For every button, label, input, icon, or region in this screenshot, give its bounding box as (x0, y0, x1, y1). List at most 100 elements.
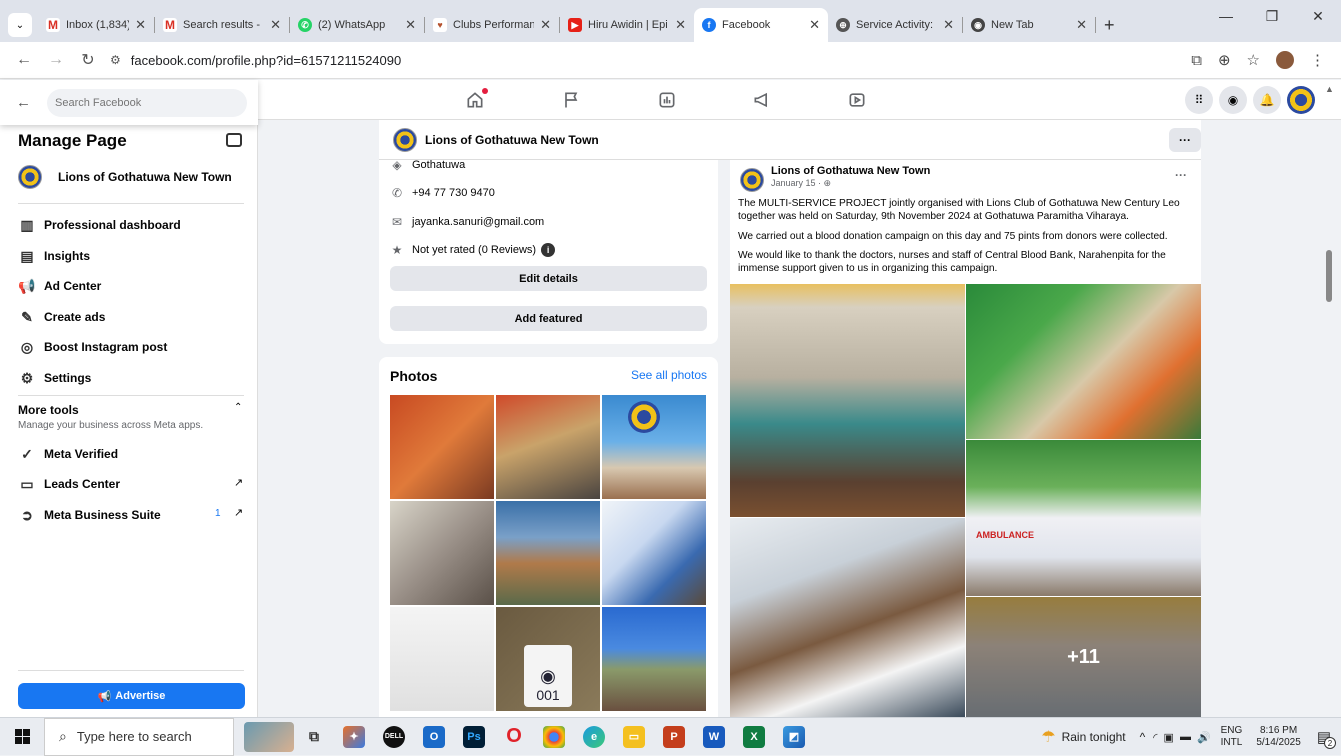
word-icon[interactable]: W (703, 725, 725, 748)
post-photo[interactable]: AMBULANCE (966, 440, 1201, 596)
more-photos-overlay[interactable]: +11 (966, 597, 1201, 717)
taskbar-search-box[interactable]: ⌕ Type here to search (44, 717, 234, 756)
file-explorer-icon[interactable]: ▭ (623, 725, 645, 748)
chevron-up-icon[interactable]: ⌃ (234, 402, 242, 413)
photoshop-icon[interactable]: Ps (463, 725, 485, 748)
collapse-sidebar-icon[interactable] (226, 133, 242, 147)
close-icon[interactable]: ✕ (809, 17, 820, 33)
reload-icon[interactable]: ↻ (80, 50, 96, 70)
account-avatar[interactable] (1287, 86, 1315, 114)
sidebar-item-ad-center[interactable]: 📢 Ad Center (18, 277, 101, 295)
photos-app-icon[interactable]: ◩ (783, 725, 805, 748)
photo-thumbnail[interactable] (602, 607, 706, 711)
tab-facebook[interactable]: f Facebook ✕ (694, 8, 828, 42)
language-indicator[interactable]: ENG INTL (1221, 725, 1243, 749)
see-all-photos-link[interactable]: See all photos (631, 368, 707, 382)
close-icon[interactable]: ✕ (675, 17, 686, 33)
tab-search-button[interactable]: ⌄ (8, 13, 32, 37)
notifications-bell-icon[interactable]: 🔔 (1253, 86, 1281, 114)
powerpoint-icon[interactable]: P (663, 725, 685, 748)
sidebar-item-meta-verified[interactable]: ✓ Meta Verified (18, 445, 118, 463)
post-date[interactable]: January 15 · ⊕ (771, 178, 831, 189)
back-arrow-icon[interactable]: ← (16, 94, 31, 111)
tab-service-activity[interactable]: ⊕ Service Activity: ✕ (828, 8, 962, 42)
close-window-icon[interactable]: ✕ (1295, 8, 1341, 25)
tab-gmail-inbox[interactable]: M Inbox (1,834) - ja ✕ (38, 8, 154, 42)
more-tools-header[interactable]: More tools (18, 403, 79, 417)
install-app-icon[interactable]: ⧉ (1191, 52, 1202, 69)
photo-thumbnail[interactable] (496, 501, 600, 605)
photo-thumbnail[interactable] (602, 501, 706, 605)
zoom-icon[interactable]: ⊕ (1218, 51, 1231, 69)
tab-whatsapp[interactable]: ✆ (2) WhatsApp ✕ (290, 8, 424, 42)
maximize-icon[interactable]: ❐ (1249, 8, 1295, 25)
sidebar-item-insights[interactable]: ▤ Insights (18, 247, 90, 265)
notification-center-icon[interactable]: ▤ 2 (1317, 728, 1336, 749)
messenger-icon[interactable]: ◉ (1219, 86, 1247, 114)
outlook-icon[interactable]: O (423, 725, 445, 748)
dashboard-icon[interactable] (655, 88, 679, 112)
sidebar-item-create-ads[interactable]: ✎ Create ads (18, 308, 105, 326)
battery-icon[interactable]: ▬ (1180, 731, 1191, 743)
weather-text[interactable]: Rain tonight (1062, 730, 1126, 744)
search-highlight-image[interactable] (244, 721, 294, 752)
copilot-icon[interactable]: ✦ (343, 725, 365, 748)
page-title[interactable]: Lions of Gothatuwa New Town (425, 133, 599, 147)
chrome-icon[interactable] (543, 725, 565, 748)
close-icon[interactable]: ✕ (943, 17, 954, 33)
sidebar-item-boost-instagram[interactable]: ◎ Boost Instagram post (18, 338, 167, 356)
dell-icon[interactable]: DELL (383, 725, 405, 748)
more-options-button[interactable]: ··· (1169, 128, 1201, 152)
profile-avatar[interactable] (1276, 51, 1294, 69)
menu-grid-icon[interactable]: ⠿ (1185, 86, 1213, 114)
tab-gmail-search[interactable]: M Search results - ✕ (155, 8, 289, 42)
wifi-icon[interactable]: ◜ (1153, 731, 1157, 744)
search-input[interactable] (47, 88, 247, 117)
photo-thumbnail[interactable] (602, 395, 706, 499)
close-icon[interactable]: ✕ (270, 17, 281, 33)
flag-icon[interactable] (559, 88, 583, 112)
sidebar-item-meta-business-suite[interactable]: ➲ Meta Business Suite (18, 506, 161, 524)
forward-arrow-icon[interactable]: → (48, 51, 64, 69)
opera-icon[interactable]: O (503, 725, 525, 748)
tab-youtube[interactable]: ▶ Hiru Awidin | Epi ✕ (560, 8, 694, 42)
add-featured-button[interactable]: Add featured (390, 306, 707, 331)
minimize-icon[interactable]: — (1203, 8, 1249, 25)
bookmark-star-icon[interactable]: ☆ (1247, 51, 1260, 69)
tab-new-tab[interactable]: ◉ New Tab ✕ (963, 8, 1095, 42)
post-author[interactable]: Lions of Gothatuwa New Town (771, 165, 930, 177)
post-photo[interactable] (966, 284, 1201, 439)
info-icon[interactable]: i (541, 243, 556, 257)
back-arrow-icon[interactable]: ← (16, 51, 32, 69)
post-options-icon[interactable]: ··· (1175, 168, 1187, 182)
browser-menu-icon[interactable]: ⋮ (1310, 51, 1325, 69)
sidebar-item-settings[interactable]: ⚙ Settings (18, 369, 92, 387)
page-scrollbar[interactable] (1326, 250, 1332, 302)
photo-thumbnail[interactable] (390, 607, 494, 711)
new-tab-button[interactable]: + (1104, 15, 1115, 36)
close-icon[interactable]: ✕ (1076, 17, 1087, 33)
chevron-up-icon[interactable]: ^ (1140, 730, 1146, 744)
post-photo[interactable] (730, 284, 965, 517)
megaphone-icon[interactable] (750, 88, 774, 112)
tab-clubs-performance[interactable]: ♥ Clubs Performan ✕ (425, 8, 559, 42)
task-view-icon[interactable]: ⧉ (303, 726, 325, 748)
scroll-up-arrow-icon[interactable]: ▲ (1325, 84, 1334, 94)
edit-details-button[interactable]: Edit details (390, 266, 707, 291)
excel-icon[interactable]: X (743, 725, 765, 748)
home-icon[interactable] (463, 88, 488, 112)
video-icon[interactable] (845, 88, 869, 112)
site-settings-icon[interactable]: ⚙ (110, 53, 121, 67)
close-icon[interactable]: ✕ (540, 17, 551, 33)
sidebar-item-professional-dashboard[interactable]: ▥ Professional dashboard (18, 216, 180, 234)
windows-start-button[interactable] (0, 729, 44, 744)
network-icon[interactable]: ▣ (1164, 731, 1174, 744)
volume-icon[interactable]: 🔊 (1197, 731, 1211, 744)
clock[interactable]: 8:16 PM 5/14/2025 (1256, 725, 1301, 749)
advertise-button[interactable]: 📢 Advertise (18, 683, 245, 709)
photo-thumbnail[interactable]: ◉ 001 (496, 607, 600, 711)
photo-thumbnail[interactable] (390, 395, 494, 499)
address-bar[interactable]: ⚙ facebook.com/profile.php?id=6157121152… (110, 46, 1183, 74)
photo-thumbnail[interactable] (496, 395, 600, 499)
close-icon[interactable]: ✕ (405, 17, 416, 33)
